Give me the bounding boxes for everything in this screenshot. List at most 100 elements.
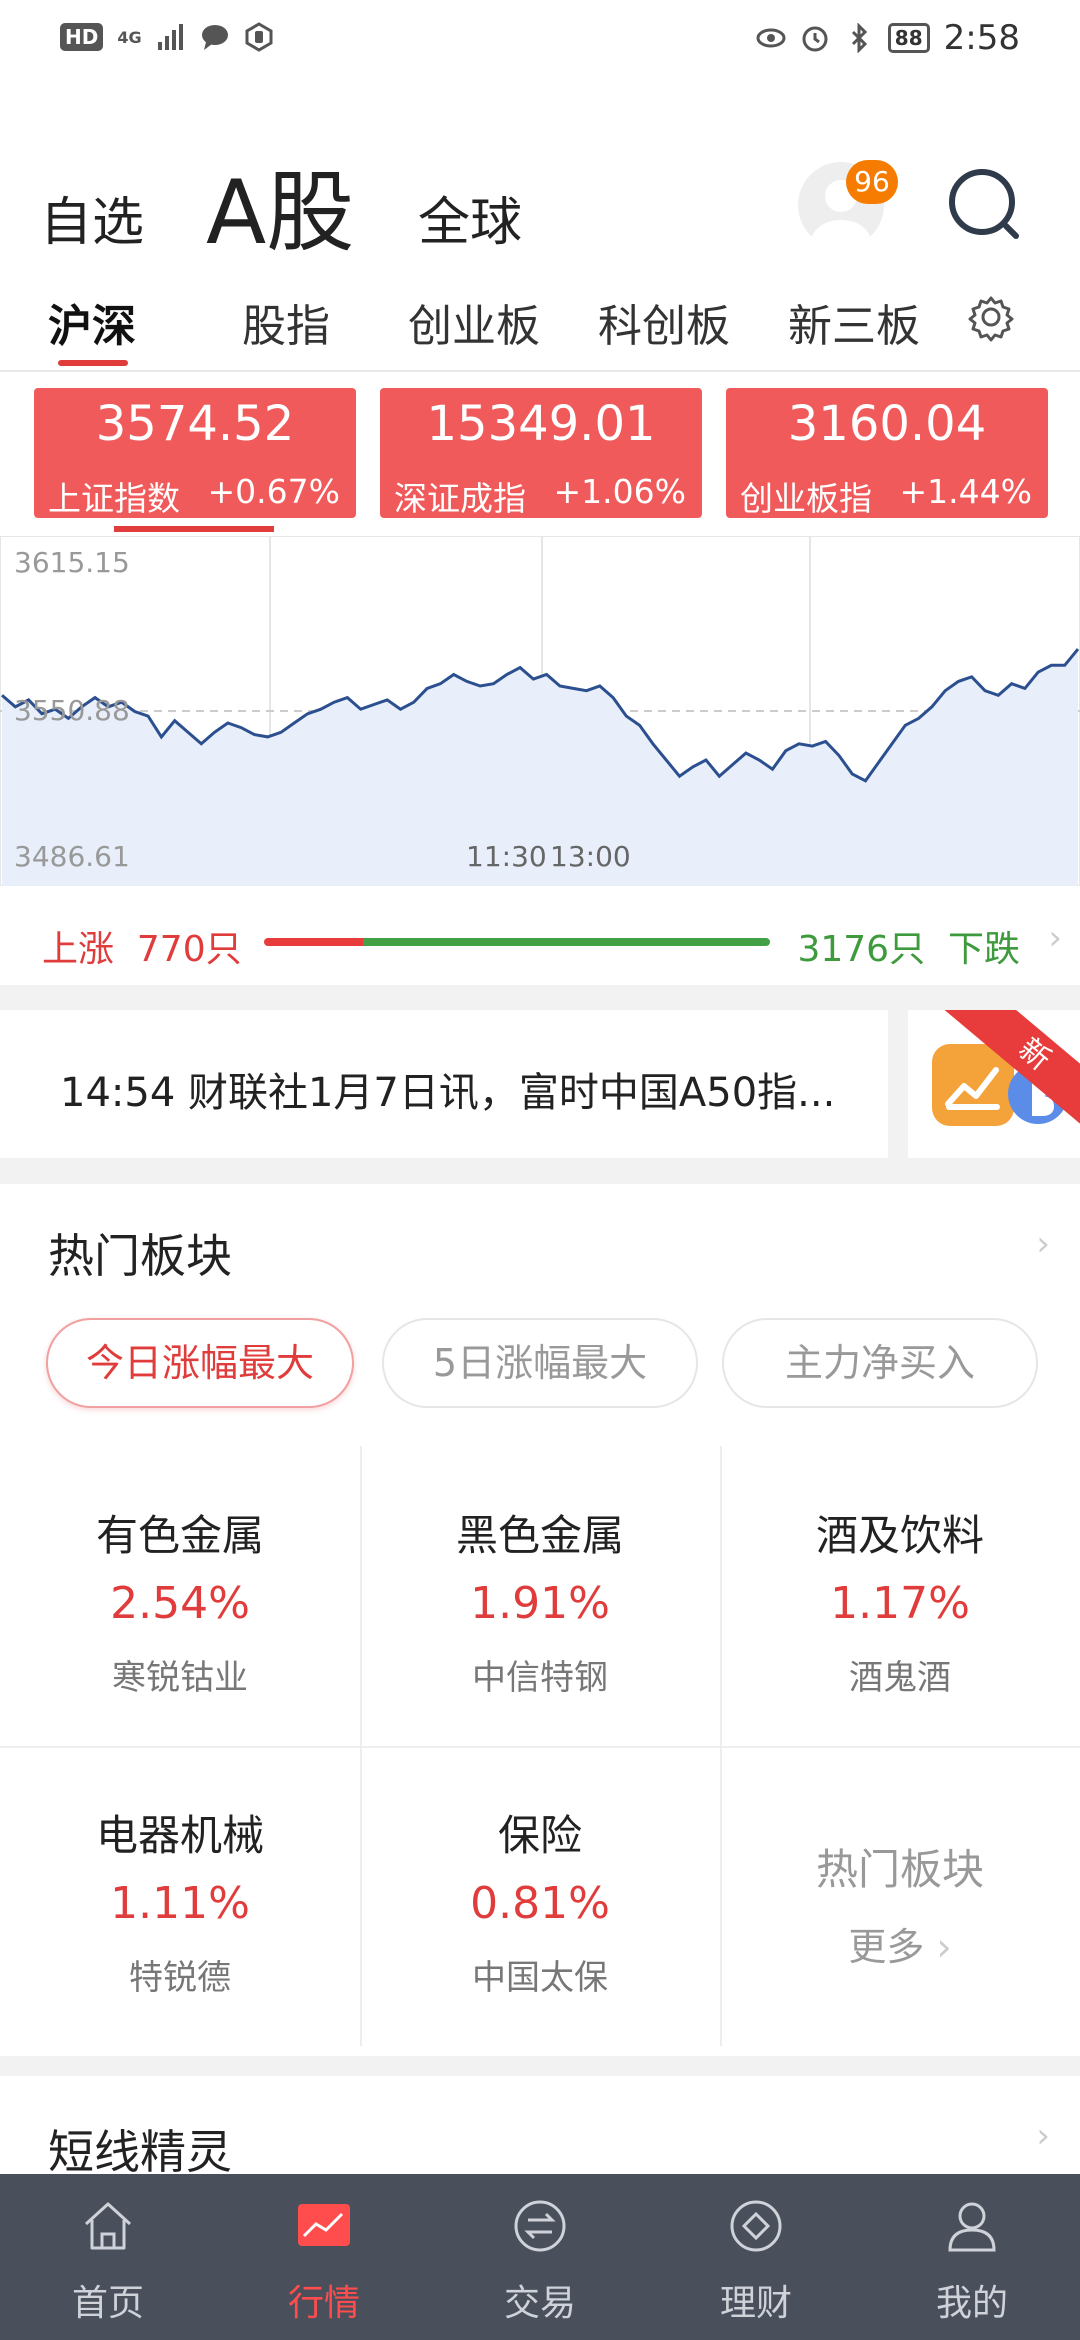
selected-index-indicator	[114, 526, 274, 532]
chevron-right-icon: ›	[1036, 2116, 1050, 2156]
advancers-bar	[264, 938, 363, 946]
index-name: 创业板指	[740, 479, 872, 518]
decliners-bar	[363, 938, 770, 946]
subtab-star-market[interactable]: 科创板	[598, 290, 730, 354]
nav-label: 交易	[503, 2283, 576, 2324]
x-tick-label: 13:00	[550, 840, 631, 873]
more-sectors-cell[interactable]: 热门板块 更多 ›	[720, 1746, 1080, 2046]
clock: 2:58	[943, 18, 1020, 58]
section-title: 短线精灵	[48, 2125, 232, 2179]
sector-name: 酒及饮料	[815, 1511, 984, 1560]
sector-name: 黑色金属	[455, 1511, 624, 1560]
filter-5day-gainers[interactable]: 5日涨幅最大	[382, 1318, 698, 1408]
subtab-hushen[interactable]: 沪深	[48, 290, 136, 354]
nav-market[interactable]: 行情	[216, 2174, 432, 2340]
more-sectors-title: 热门板块	[815, 1845, 984, 1894]
sector-leader: 中信特钢	[472, 1658, 608, 1698]
chevron-right-icon[interactable]: ›	[1036, 1224, 1050, 1264]
advancers: 上涨 770只	[42, 920, 242, 972]
filter-today-gainers[interactable]: 今日涨幅最大	[46, 1318, 354, 1408]
signal-icon	[157, 24, 183, 50]
sector-name: 电器机械	[95, 1811, 264, 1860]
sector-change: 2.54%	[110, 1578, 250, 1629]
filter-net-inflow[interactable]: 主力净买入	[722, 1318, 1038, 1408]
nav-home[interactable]: 首页	[0, 2174, 216, 2340]
exchange-icon	[514, 2200, 566, 2252]
sector-cell[interactable]: 酒及饮料 1.17% 酒鬼酒	[720, 1446, 1080, 1746]
nav-trade[interactable]: 交易	[432, 2174, 648, 2340]
index-card-chinext[interactable]: 3160.04 创业板指 +1.44%	[726, 388, 1048, 518]
index-card-shanghai[interactable]: 3574.52 上证指数 +0.67%	[34, 388, 356, 518]
index-change: +1.06%	[553, 472, 686, 511]
intraday-chart[interactable]: 3615.15 3550.88 3486.61 11:30 13:00	[0, 536, 1080, 886]
active-tab-indicator	[58, 360, 128, 366]
index-card-shenzhen[interactable]: 15349.01 深证成指 +1.06%	[380, 388, 702, 518]
sector-cell[interactable]: 电器机械 1.11% 特锐德	[0, 1746, 360, 2046]
sector-grid: 有色金属 2.54% 寒锐钴业 黑色金属 1.91% 中信特钢 酒及饮料 1.1…	[0, 1446, 1080, 2046]
advancers-count: 770只	[136, 929, 242, 970]
subtab-index[interactable]: 股指	[242, 290, 330, 354]
decliners-count: 3176只	[797, 929, 926, 970]
chevron-right-icon: ›	[1048, 918, 1062, 958]
notification-badge: 96	[846, 160, 898, 204]
market-overview: 3574.52 上证指数 +0.67% 15349.01 深证成指 +1.06%…	[0, 370, 1080, 985]
battery-icon: 88	[887, 23, 930, 53]
subtab-gem[interactable]: 创业板	[408, 290, 540, 354]
y-tick-label: 3615.15	[14, 546, 130, 579]
gear-icon[interactable]	[966, 292, 1016, 342]
nav-wealth[interactable]: 理财	[648, 2174, 864, 2340]
nav-label: 理财	[719, 2283, 792, 2324]
more-link[interactable]: 更多 ›	[720, 1916, 1080, 1971]
sector-cell[interactable]: 有色金属 2.54% 寒锐钴业	[0, 1446, 360, 1746]
chevron-right-icon: ›	[936, 1925, 952, 1969]
index-change: +1.44%	[899, 472, 1032, 511]
sector-name: 有色金属	[95, 1511, 264, 1560]
index-value: 3160.04	[787, 396, 987, 452]
nav-me[interactable]: 我的	[864, 2174, 1080, 2340]
index-change: +0.67%	[207, 472, 340, 511]
tab-global[interactable]: 全球	[418, 180, 522, 255]
sector-name: 保险	[497, 1811, 582, 1860]
hd-badge: HD	[60, 23, 104, 51]
sector-leader: 特锐德	[129, 1958, 231, 1998]
market-chart-icon	[298, 2204, 350, 2246]
sector-leader: 中国太保	[472, 1958, 608, 1998]
alarm-icon	[802, 26, 828, 52]
subtab-neeq[interactable]: 新三板	[788, 290, 920, 354]
sector-change: 1.11%	[110, 1878, 250, 1929]
status-bar: HD 4G 88 2:58	[0, 0, 1080, 80]
sector-cell[interactable]: 保险 0.81% 中国太保	[360, 1746, 720, 2046]
nav-label: 我的	[935, 2283, 1008, 2324]
index-name: 上证指数	[48, 479, 180, 518]
x-tick-label: 11:30	[466, 840, 547, 873]
user-icon	[948, 2202, 996, 2252]
more-label: 更多	[848, 1925, 925, 1969]
advancers-label: 上涨	[42, 929, 115, 970]
promo-banner[interactable]: 新	[908, 1010, 1080, 1158]
decliners-label: 下跌	[947, 929, 1020, 970]
tab-watchlist[interactable]: 自选	[40, 180, 144, 255]
sector-leader: 寒锐钴业	[112, 1658, 248, 1698]
hand-icon	[245, 22, 273, 52]
market-breadth[interactable]: 上涨 770只 3176只 下跌 ›	[0, 902, 1080, 982]
nav-label: 行情	[287, 2283, 360, 2324]
sector-leader: 酒鬼酒	[849, 1658, 951, 1698]
index-name: 深证成指	[394, 479, 526, 518]
sector-change: 1.17%	[830, 1578, 970, 1629]
app-header: 自选 A股 全球 沪深 股指 创业板 科创板 新三板	[0, 80, 1080, 370]
section-title: 热门板块	[48, 1229, 232, 1283]
y-tick-label: 3550.88	[14, 694, 130, 727]
tab-a-shares[interactable]: A股	[206, 142, 354, 269]
hot-sectors-panel: 热门板块 › 今日涨幅最大 5日涨幅最大 主力净买入 有色金属 2.54% 寒锐…	[0, 1184, 1080, 2056]
sector-cell[interactable]: 黑色金属 1.91% 中信特钢	[360, 1446, 720, 1746]
search-icon[interactable]	[946, 166, 1026, 246]
news-ticker[interactable]: 14:54 财联社1月7日讯，富时中国A50指...	[0, 1010, 888, 1158]
diamond-icon	[730, 2200, 782, 2252]
bluetooth-icon	[851, 23, 867, 53]
sector-change: 0.81%	[470, 1878, 610, 1929]
index-value: 15349.01	[426, 396, 656, 452]
news-headline: 14:54 财联社1月7日讯，富时中国A50指...	[60, 1070, 836, 1116]
message-icon	[201, 25, 228, 50]
home-icon	[84, 2202, 132, 2250]
short-line-panel[interactable]: 短线精灵 ›	[0, 2076, 1080, 2179]
